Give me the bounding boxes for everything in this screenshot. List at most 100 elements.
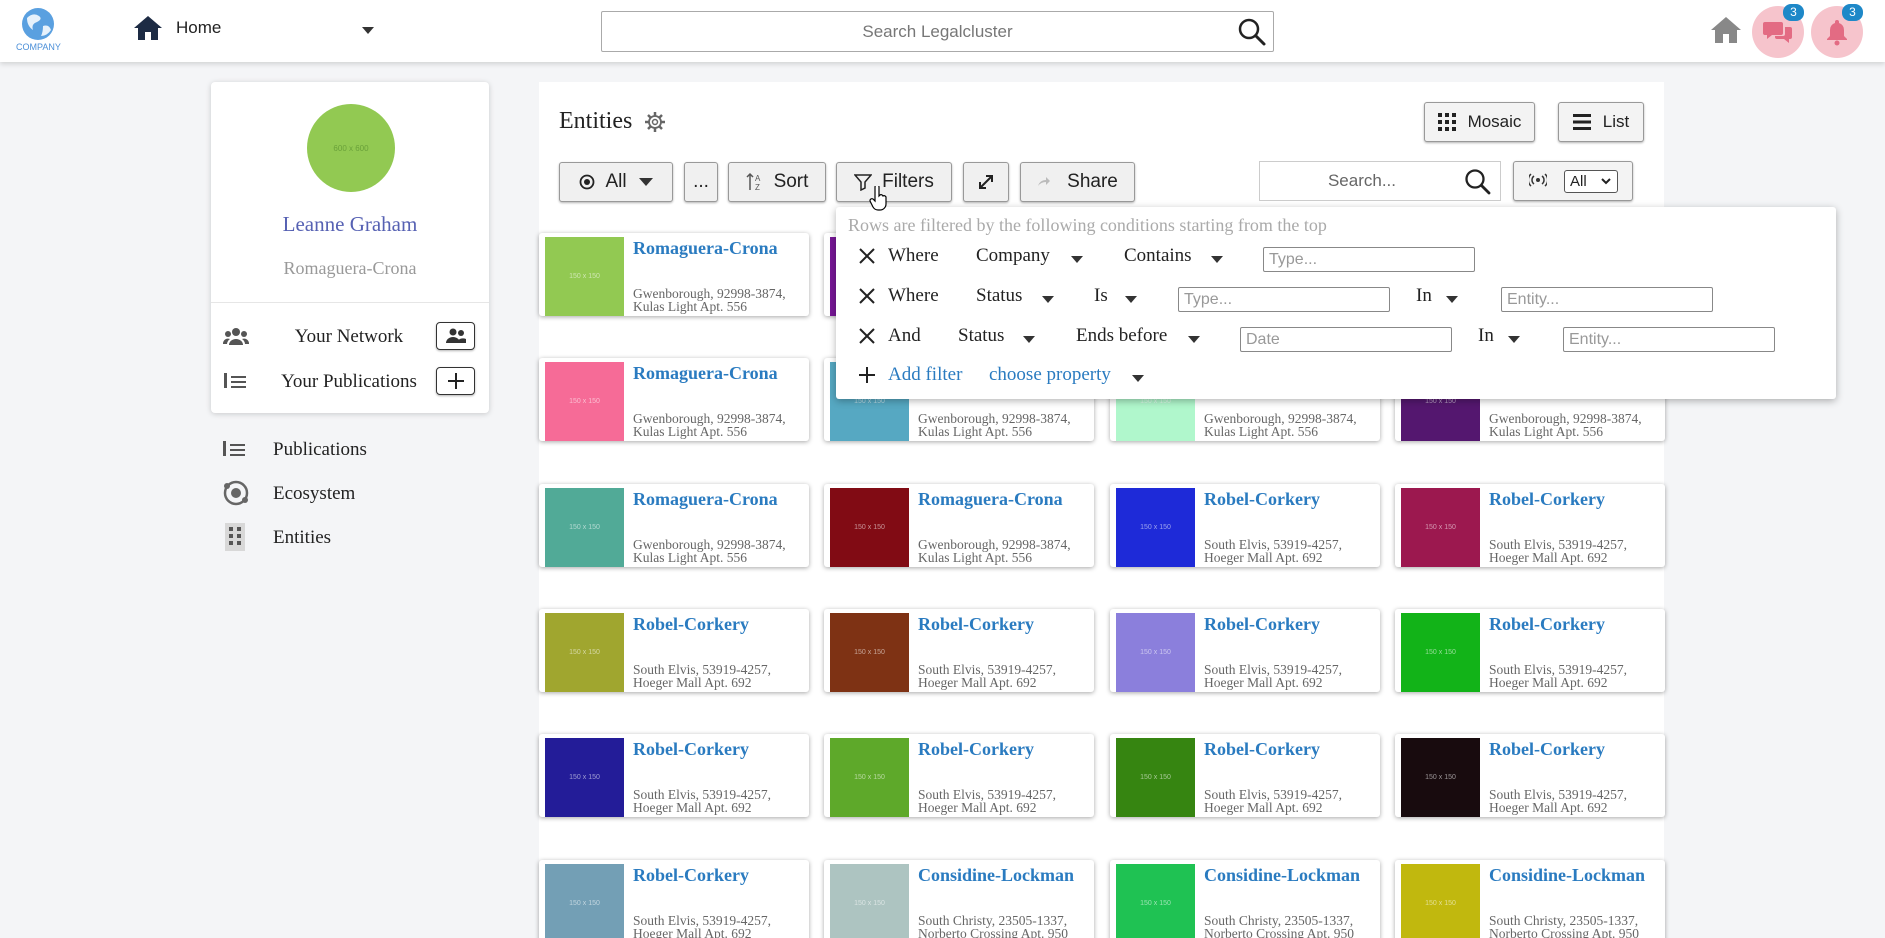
entity-card[interactable]: 150 x 150Romaguera-CronaGwenborough, 929… [539, 233, 809, 316]
entity-thumbnail[interactable]: 150 x 150 [1116, 488, 1195, 567]
entity-thumbnail[interactable]: 150 x 150 [1401, 613, 1480, 692]
remove-filter-icon[interactable] [858, 327, 876, 345]
live-filter-select[interactable]: All [1564, 170, 1618, 193]
entity-thumbnail[interactable]: 150 x 150 [545, 362, 624, 441]
entity-thumbnail[interactable]: 150 x 150 [1401, 738, 1480, 817]
global-search-input[interactable] [602, 12, 1273, 51]
entity-thumbnail[interactable]: 150 x 150 [545, 738, 624, 817]
entity-thumbnail[interactable]: 150 x 150 [545, 488, 624, 567]
entity-card[interactable]: 150 x 150 Robel-Corkery South Elvis, 53919… [1395, 484, 1665, 567]
chevron-down-icon[interactable] [1508, 336, 1520, 343]
entity-name[interactable]: Romaguera-Crona [633, 363, 778, 384]
entity-name[interactable]: Robel-Corkery [633, 614, 749, 635]
search-icon[interactable] [1464, 168, 1492, 196]
network-contacts-button[interactable] [436, 322, 475, 350]
entity-card[interactable]: 150 x 150Romaguera-CronaGwenborough, 929… [539, 484, 809, 567]
entity-thumbnail[interactable]: 150 x 150 [1116, 864, 1195, 938]
plus-icon[interactable] [858, 366, 876, 384]
filter-operator-select[interactable]: Contains [1124, 245, 1192, 267]
entity-thumbnail[interactable]: 150 x 150 [830, 488, 909, 567]
chevron-down-icon[interactable] [1446, 296, 1458, 303]
entity-thumbnail[interactable]: 150 x 150 [545, 237, 624, 316]
your-network-row[interactable]: Your Network [223, 322, 475, 352]
entity-thumbnail[interactable]: 150 x 150 [1401, 864, 1480, 938]
chevron-down-icon[interactable] [1188, 336, 1200, 343]
filter-date-input[interactable]: Date [1240, 327, 1452, 352]
sort-button[interactable]: A Z Sort [728, 162, 826, 202]
expand-button[interactable] [963, 162, 1009, 202]
entity-name[interactable]: Robel-Corkery [1489, 489, 1605, 510]
entity-name[interactable]: Romaguera-Crona [633, 489, 778, 510]
entity-name[interactable]: Robel-Corkery [918, 739, 1034, 760]
entity-name[interactable]: Robel-Corkery [918, 614, 1034, 635]
entity-card[interactable]: 150 x 150 Robel-Corkery South Elvis, 53919… [539, 734, 809, 817]
entity-card[interactable]: 150 x 150 Robel-Corkery South Elvis, 53919… [824, 609, 1094, 692]
chevron-down-icon[interactable] [1023, 336, 1035, 343]
entity-card[interactable]: 150 x 150Romaguera-CronaGwenborough, 929… [539, 358, 809, 441]
entity-card[interactable]: 150 x 150 Robel-Corkery South Elvis, 53919… [539, 860, 809, 938]
nav-dropdown-caret-icon[interactable] [362, 27, 374, 34]
entity-name[interactable]: Considine-Lockman [1489, 865, 1645, 886]
remove-filter-icon[interactable] [858, 247, 876, 265]
entity-name[interactable]: Robel-Corkery [1489, 739, 1605, 760]
filter-scope-select[interactable]: In [1478, 325, 1494, 347]
avatar[interactable]: 600 x 600 [307, 104, 395, 192]
filter-conjunction[interactable]: And [888, 325, 921, 347]
filter-operator-select[interactable]: Is [1094, 285, 1108, 307]
entity-card[interactable]: 150 x 150 Considine-Lockman South Christy,… [824, 860, 1094, 938]
entity-thumbnail[interactable]: 150 x 150 [1116, 613, 1195, 692]
filter-conjunction[interactable]: Where [888, 285, 939, 307]
more-options-button[interactable]: ... [684, 162, 718, 202]
entity-thumbnail[interactable]: 150 x 150 [830, 613, 909, 692]
entity-name[interactable]: Robel-Corkery [1204, 739, 1320, 760]
entity-name[interactable]: Robel-Corkery [633, 739, 749, 760]
filter-property-select[interactable]: Status [958, 325, 1004, 347]
filter-entity-input[interactable]: Entity... [1563, 327, 1775, 352]
entity-thumbnail[interactable]: 150 x 150 [830, 738, 909, 817]
chevron-down-icon[interactable] [1071, 256, 1083, 263]
filter-entity-input[interactable]: Entity... [1501, 287, 1713, 312]
entity-thumbnail[interactable]: 150 x 150 [1116, 738, 1195, 817]
entity-card[interactable]: 150 x 150 Robel-Corkery South Elvis, 53919… [1395, 609, 1665, 692]
entity-thumbnail[interactable]: 150 x 150 [545, 613, 624, 692]
messages-button[interactable]: 3 [1752, 4, 1804, 58]
gear-icon[interactable] [644, 111, 666, 133]
remove-filter-icon[interactable] [858, 287, 876, 305]
entity-thumbnail[interactable]: 150 x 150 [545, 864, 624, 938]
notifications-button[interactable]: 3 [1811, 4, 1863, 58]
filter-scope-select[interactable]: In [1416, 285, 1432, 307]
filter-conjunction[interactable]: Where [888, 245, 939, 267]
entity-name[interactable]: Considine-Lockman [918, 865, 1074, 886]
entity-name[interactable]: Robel-Corkery [1204, 614, 1320, 635]
share-button[interactable]: Share [1020, 162, 1135, 202]
home-shortcut-icon[interactable] [1709, 15, 1743, 45]
your-publications-row[interactable]: Your Publications [223, 367, 475, 397]
search-icon[interactable] [1237, 17, 1267, 47]
filters-button[interactable]: Filters [836, 162, 952, 202]
entity-name[interactable]: Considine-Lockman [1204, 865, 1360, 886]
entity-card[interactable]: 150 x 150 Robel-Corkery South Elvis, 53919… [1110, 609, 1380, 692]
entity-card[interactable]: 150 x 150Romaguera-CronaGwenborough, 929… [824, 484, 1094, 567]
add-publication-button[interactable] [436, 367, 475, 395]
entity-card[interactable]: 150 x 150 Considine-Lockman South Christy,… [1110, 860, 1380, 938]
sidebar-item-ecosystem[interactable]: Ecosystem [222, 478, 355, 508]
chevron-down-icon[interactable] [1211, 256, 1223, 263]
entity-name[interactable]: Robel-Corkery [1489, 614, 1605, 635]
all-filter-dropdown[interactable]: All [559, 162, 673, 202]
entity-card[interactable]: 150 x 150 Robel-Corkery South Elvis, 53919… [539, 609, 809, 692]
entity-card[interactable]: 150 x 150 Robel-Corkery South Elvis, 53919… [824, 734, 1094, 817]
chevron-down-icon[interactable] [1125, 296, 1137, 303]
entity-card[interactable]: 150 x 150 Considine-Lockman South Christy,… [1395, 860, 1665, 938]
entity-name[interactable]: Robel-Corkery [633, 865, 749, 886]
add-filter-link[interactable]: Add filter [888, 364, 962, 386]
filter-value-input[interactable]: Type... [1178, 287, 1390, 312]
list-view-button[interactable]: List [1558, 102, 1644, 142]
entity-name[interactable]: Romaguera-Crona [633, 238, 778, 259]
chevron-down-icon[interactable] [1132, 375, 1144, 382]
entity-name[interactable]: Robel-Corkery [1204, 489, 1320, 510]
choose-property-link[interactable]: choose property [989, 364, 1111, 386]
company-logo[interactable]: COMPANY [16, 6, 61, 56]
profile-name[interactable]: Leanne Graham [211, 212, 489, 237]
sidebar-item-entities[interactable]: Entities [222, 522, 331, 552]
entity-name[interactable]: Romaguera-Crona [918, 489, 1063, 510]
